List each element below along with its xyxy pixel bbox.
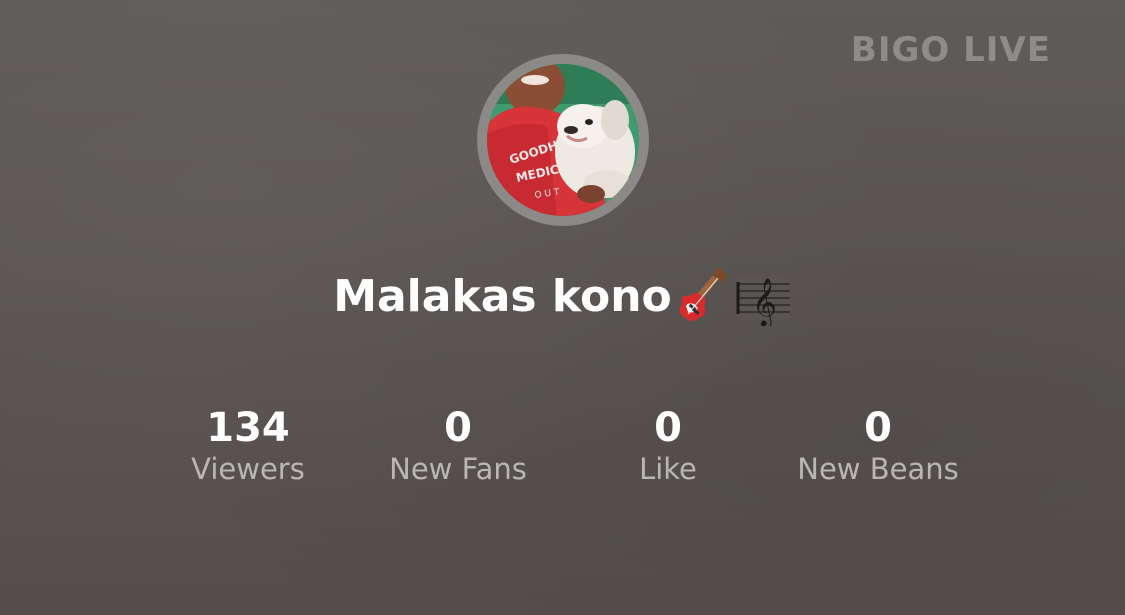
stat-value: 134 bbox=[206, 405, 290, 451]
avatar: GOODH MEDICA O U T bbox=[487, 64, 639, 216]
stat-label: New Fans bbox=[389, 452, 527, 486]
stat-label: Like bbox=[639, 452, 697, 486]
avatar-ring: GOODH MEDICA O U T bbox=[477, 54, 649, 226]
stat-value: 0 bbox=[864, 405, 892, 451]
svg-text:𝄞: 𝄞 bbox=[752, 277, 777, 326]
username-row: Malakas kono 𝄞 bbox=[0, 262, 1125, 332]
stat-viewers: 134 Viewers bbox=[128, 404, 368, 486]
stat-value: 0 bbox=[444, 405, 472, 451]
username: Malakas kono bbox=[333, 271, 672, 322]
stat-label: New Beans bbox=[797, 452, 959, 486]
avatar-photo-icon: GOODH MEDICA O U T bbox=[487, 64, 639, 216]
electric-guitar-icon bbox=[674, 268, 732, 326]
stat-value: 0 bbox=[654, 405, 682, 451]
stat-label: Viewers bbox=[191, 452, 305, 486]
musical-score-icon: 𝄞 bbox=[734, 268, 792, 328]
stat-like: 0 Like bbox=[548, 404, 788, 486]
stat-new-beans: 0 New Beans bbox=[758, 404, 998, 486]
brand-logo: BIGO LIVE bbox=[850, 30, 1051, 70]
stats-row: 134 Viewers 0 New Fans 0 Like 0 New Bean… bbox=[0, 404, 1125, 494]
stat-new-fans: 0 New Fans bbox=[338, 404, 578, 486]
